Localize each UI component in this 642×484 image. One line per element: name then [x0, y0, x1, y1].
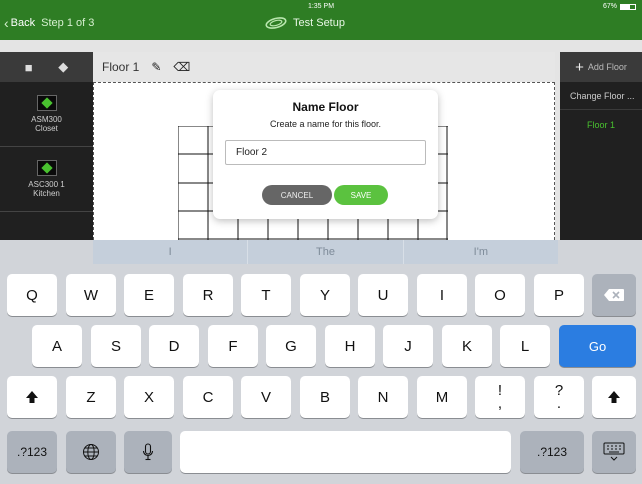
shift-icon	[26, 391, 38, 403]
change-floor-button[interactable]: Change Floor ...	[560, 82, 642, 110]
dialog-message: Create a name for this floor.	[269, 119, 382, 129]
key-b[interactable]: B	[300, 376, 350, 418]
device-item[interactable]: ASM300 Closet	[0, 82, 93, 147]
key-z[interactable]: Z	[66, 376, 116, 418]
device-location: Kitchen	[33, 189, 60, 198]
back-button[interactable]: ‹ Back Step 1 of 3	[4, 15, 95, 31]
app-logo-icon	[265, 17, 287, 29]
status-time: 1:35 PM	[307, 3, 335, 10]
app-area: ■ ◆ ASM300 Closet ASC300 1 Kitchen Floor…	[0, 40, 642, 240]
key-w[interactable]: W	[66, 274, 116, 316]
key-u[interactable]: U	[358, 274, 408, 316]
save-button[interactable]: SAVE	[334, 185, 388, 205]
microphone-key[interactable]	[124, 431, 172, 473]
space-key[interactable]	[180, 431, 511, 473]
backspace-icon	[604, 289, 624, 301]
keyboard-dismiss-icon	[603, 442, 625, 461]
battery-indicator: 67%	[603, 3, 636, 10]
numbers-key-left[interactable]: .?123	[7, 431, 57, 473]
battery-percent: 67%	[602, 3, 617, 10]
key-q[interactable]: Q	[7, 274, 57, 316]
page-title-text: Test Setup	[293, 17, 345, 29]
device-name: ASC300 1	[28, 180, 65, 189]
suggestion-bar-right	[558, 240, 642, 264]
trash-icon[interactable]: ⌫	[173, 60, 190, 74]
globe-key[interactable]	[66, 431, 116, 473]
key-p[interactable]: P	[534, 274, 584, 316]
device-name: ASM300	[31, 115, 62, 124]
suggestion-bar: I The I'm	[93, 240, 558, 264]
shift-key-left[interactable]	[7, 376, 57, 418]
key-bottom-char: .	[556, 395, 562, 412]
back-label: Back	[10, 17, 36, 29]
key-t[interactable]: T	[241, 274, 291, 316]
suggestion-item[interactable]: I	[93, 240, 249, 264]
pencil-icon[interactable]: ✎	[151, 60, 161, 74]
microphone-icon	[142, 443, 154, 461]
add-floor-label: Add Floor	[587, 62, 627, 72]
globe-icon	[83, 444, 99, 460]
key-g[interactable]: G	[266, 325, 316, 367]
key-a[interactable]: A	[32, 325, 82, 367]
device-location: Closet	[35, 124, 58, 133]
dialog-title: Name Floor	[292, 100, 359, 114]
device-sidebar: ■ ◆ ASM300 Closet ASC300 1 Kitchen	[0, 52, 93, 240]
name-floor-dialog: Name Floor Create a name for this floor.…	[213, 90, 438, 219]
suggestion-bar-left	[0, 240, 93, 264]
key-e[interactable]: E	[124, 274, 174, 316]
key-bottom-char: ,	[497, 395, 503, 412]
key-question-period[interactable]: ? .	[534, 376, 584, 418]
key-o[interactable]: O	[475, 274, 525, 316]
key-f[interactable]: F	[208, 325, 258, 367]
chevron-left-icon: ‹	[4, 15, 9, 31]
key-r[interactable]: R	[183, 274, 233, 316]
device-item[interactable]: ASC300 1 Kitchen	[0, 147, 93, 212]
key-l[interactable]: L	[500, 325, 550, 367]
floor-sidebar: + Add Floor Change Floor ... Floor 1	[560, 52, 642, 240]
key-j[interactable]: J	[383, 325, 433, 367]
shift-key-right[interactable]	[592, 376, 636, 418]
key-d[interactable]: D	[149, 325, 199, 367]
key-exclamation-comma[interactable]: ! ,	[475, 376, 525, 418]
go-key[interactable]: Go	[559, 325, 636, 367]
device-icon	[36, 160, 57, 176]
backspace-key[interactable]	[592, 274, 636, 316]
suggestion-item[interactable]: I'm	[404, 240, 558, 264]
key-y[interactable]: Y	[300, 274, 350, 316]
navigation-bar: ‹ Back Step 1 of 3 1:35 PM Test Setup 67…	[0, 0, 642, 40]
key-n[interactable]: N	[358, 376, 408, 418]
plus-icon: +	[575, 58, 584, 76]
key-v[interactable]: V	[241, 376, 291, 418]
page-title: Test Setup	[265, 17, 345, 29]
hide-icon[interactable]: ■	[25, 60, 33, 75]
sidebar-toolbar: ■ ◆	[0, 52, 93, 82]
hide-keyboard-key[interactable]	[592, 431, 636, 473]
shift-icon	[608, 391, 620, 403]
battery-icon	[620, 3, 636, 10]
keyboard: Q W E R T Y U I O P A S D F G H J K L Go…	[0, 264, 642, 484]
floor-list-item[interactable]: Floor 1	[560, 110, 642, 140]
key-s[interactable]: S	[91, 325, 141, 367]
suggestion-item[interactable]: The	[248, 240, 404, 264]
key-k[interactable]: K	[442, 325, 492, 367]
key-c[interactable]: C	[183, 376, 233, 418]
floor-toolbar: Floor 1 ✎ ⌫	[93, 52, 555, 82]
device-icon	[36, 95, 57, 111]
key-x[interactable]: X	[124, 376, 174, 418]
floor-name-input[interactable]	[225, 140, 426, 165]
cancel-button[interactable]: CANCEL	[262, 185, 332, 205]
key-i[interactable]: I	[417, 274, 467, 316]
layers-icon[interactable]: ◆	[58, 59, 68, 75]
add-floor-button[interactable]: + Add Floor	[560, 52, 642, 82]
numbers-key-right[interactable]: .?123	[520, 431, 584, 473]
key-h[interactable]: H	[325, 325, 375, 367]
floor-name: Floor 1	[102, 60, 140, 74]
step-label: Step 1 of 3	[41, 17, 95, 29]
key-m[interactable]: M	[417, 376, 467, 418]
